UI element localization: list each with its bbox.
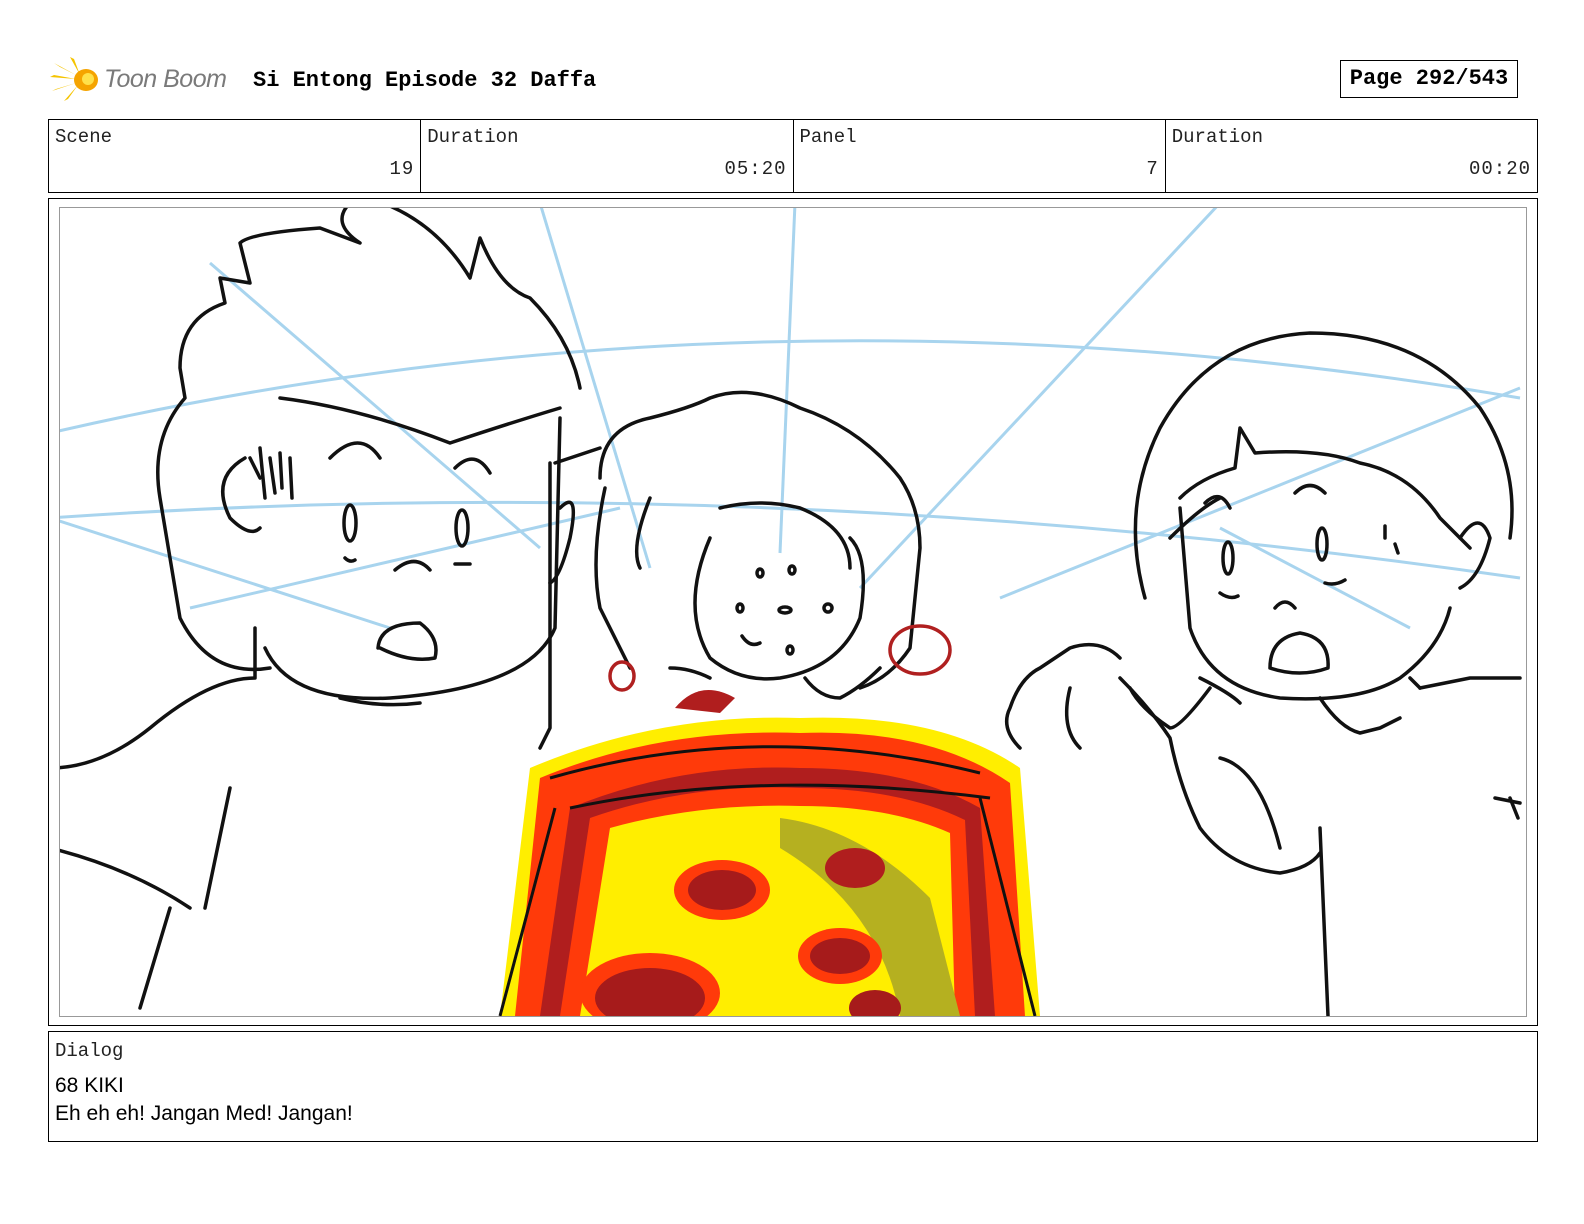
earring-sketch bbox=[608, 624, 952, 692]
dialog-line-speech: Eh eh eh! Jangan Med! Jangan! bbox=[55, 1102, 353, 1125]
page-header: Toon Boom Si Entong Episode 32 Daffa Pag… bbox=[50, 55, 1540, 105]
panel-duration-value: 00:20 bbox=[1468, 158, 1531, 180]
scene-label: Scene bbox=[55, 126, 113, 148]
document-title: Si Entong Episode 32 Daffa bbox=[253, 68, 597, 93]
scene-info-table: Scene 19 Duration 05:20 Panel 7 Duration… bbox=[48, 119, 1538, 193]
page-number: Page 292/543 bbox=[1340, 60, 1518, 98]
panel-value: 7 bbox=[1146, 158, 1159, 180]
storyboard-panel bbox=[48, 198, 1538, 1026]
right-boy-sketch bbox=[1004, 331, 1522, 1016]
panel-duration-cell: Duration 00:20 bbox=[1166, 120, 1537, 192]
toon-boom-logo: Toon Boom bbox=[50, 55, 240, 105]
scene-duration-label: Duration bbox=[427, 126, 519, 148]
storyboard-sketch bbox=[60, 208, 1522, 1016]
scene-value: 19 bbox=[389, 158, 415, 180]
panel-cell: Panel 7 bbox=[794, 120, 1166, 192]
logo-text: Toon Boom bbox=[104, 65, 227, 93]
left-boy-sketch bbox=[60, 208, 582, 1010]
dialog-line-character: 68 KIKI bbox=[55, 1074, 124, 1097]
panel-label: Panel bbox=[799, 126, 857, 148]
panel-drawing-area bbox=[59, 207, 1527, 1017]
middle-character-sketch bbox=[538, 390, 922, 750]
dialog-label: Dialog bbox=[55, 1040, 124, 1062]
scene-duration-cell: Duration 05:20 bbox=[421, 120, 794, 192]
starburst-icon bbox=[50, 57, 98, 101]
hot-pot-drawing bbox=[498, 690, 1040, 1016]
scene-duration-value: 05:20 bbox=[724, 158, 787, 180]
dialog-text: 68 KIKI Eh eh eh! Jangan Med! Jangan! bbox=[55, 1072, 353, 1128]
panel-duration-label: Duration bbox=[1171, 126, 1263, 148]
dialog-box: Dialog 68 KIKI Eh eh eh! Jangan Med! Jan… bbox=[48, 1031, 1538, 1142]
scene-cell: Scene 19 bbox=[49, 120, 422, 192]
